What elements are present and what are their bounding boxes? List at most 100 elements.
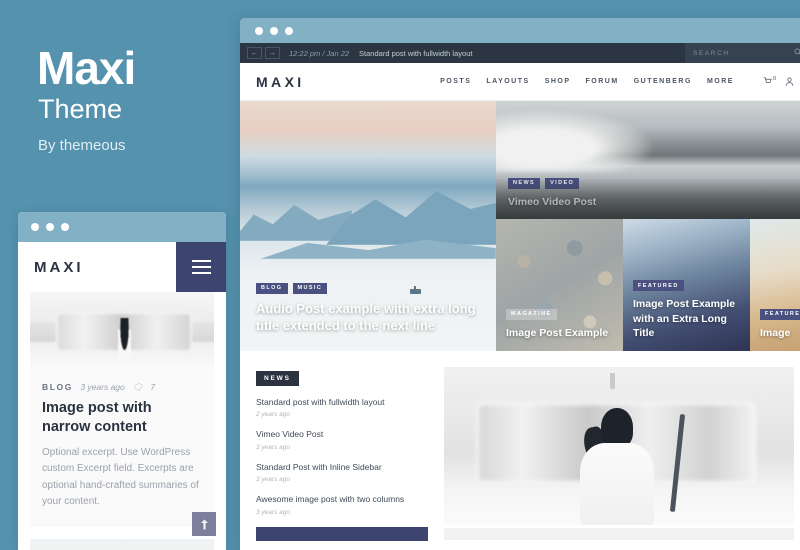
hero-tiles-row: MAGAZINE Image Post Example FEATURED Ima…	[496, 219, 800, 351]
main-post-column	[444, 367, 794, 541]
badge-magazine[interactable]: MAGAZINE	[506, 308, 557, 320]
hero-featured-card[interactable]: BLOG MUSIC Audio Post example with extra…	[240, 101, 496, 351]
main-post-image[interactable]	[444, 367, 794, 525]
hero-tile-featured-secondary-overlay: FEATURED Image	[750, 300, 800, 351]
mobile-post-image-secondary	[30, 538, 214, 550]
badge-news[interactable]: NEWS	[508, 177, 541, 189]
nav-item-forum[interactable]: FORUM	[586, 78, 619, 85]
site-logo[interactable]: MAXI	[256, 74, 305, 90]
cart-count: 0	[772, 76, 776, 82]
hero-secondary-column: NEWS VIDEO Vimeo Video Post MAGAZINE Ima…	[496, 101, 800, 351]
hero-featured-title[interactable]: Audio Post example with extra long title…	[256, 300, 480, 335]
badge-featured-secondary[interactable]: FEATURED	[760, 308, 800, 320]
news-section-badge[interactable]: NEWS	[256, 371, 299, 386]
cart-icon	[763, 77, 772, 83]
hero-tile-video-title[interactable]: Vimeo Video Post	[508, 195, 798, 209]
badge-video[interactable]: VIDEO	[545, 177, 580, 189]
mobile-post-date: 3 years ago	[80, 382, 125, 392]
window-dot-minimize-icon	[46, 223, 54, 231]
mobile-post-title[interactable]: Image post with narrow content	[42, 399, 202, 437]
hero-tile-magazine-title[interactable]: Image Post Example	[506, 326, 613, 340]
mobile-post-excerpt: Optional excerpt. Use WordPress custom E…	[42, 446, 199, 508]
hero-grid: BLOG MUSIC Audio Post example with extra…	[240, 101, 800, 351]
hero-tile-video-overlay: NEWS VIDEO Vimeo Video Post	[496, 169, 800, 219]
hamburger-icon[interactable]	[176, 242, 226, 292]
mobile-post-category[interactable]: BLOG	[42, 382, 73, 392]
mobile-post-image	[30, 292, 214, 370]
news-item-title[interactable]: Standard post with fullwidth layout	[256, 397, 428, 408]
promo-panel: Maxi Theme By themeous MAXI BLOG 3 years…	[0, 0, 240, 550]
search-icon[interactable]	[794, 48, 800, 58]
list-item[interactable]: Standard Post with Inline Sidebar 3 year…	[256, 462, 428, 483]
user-icon[interactable]	[785, 73, 794, 91]
hero-tile-featured-badges: FEATURED	[633, 280, 740, 292]
window-dot-maximize-icon[interactable]	[285, 26, 293, 35]
cart-button[interactable]: 0	[763, 76, 776, 86]
promo-subtitle: Theme	[38, 94, 123, 124]
news-item-title[interactable]: Standard Post with Inline Sidebar	[256, 462, 428, 473]
promo-author: By themeous	[38, 137, 126, 154]
nav-item-shop[interactable]: SHOP	[545, 78, 571, 85]
news-item-date: 3 years ago	[256, 508, 290, 516]
arrow-up-icon	[200, 519, 208, 529]
browser-mockup: ← → 12:22 pm / Jan 22 Standard post with…	[240, 18, 800, 550]
hero-tile-featured-overlay: FEATURED Image Post Example with an Extr…	[623, 271, 750, 351]
hero-tile-video[interactable]: NEWS VIDEO Vimeo Video Post	[496, 101, 800, 219]
news-item-date: 3 years ago	[256, 443, 290, 451]
sidebar-accent-block	[256, 526, 428, 541]
mobile-post-meta: BLOG 3 years ago 🗨 7	[42, 382, 202, 393]
window-dot-close-icon	[31, 223, 39, 231]
scroll-to-top-button[interactable]	[192, 512, 216, 536]
person-detail	[577, 408, 658, 525]
mobile-post-card-secondary[interactable]	[30, 538, 214, 550]
hero-tile-featured-title[interactable]: Image Post Example with an Extra Long Ti…	[633, 297, 740, 340]
content-area: NEWS Standard post with fullwidth layout…	[240, 351, 800, 541]
news-item-date: 2 years ago	[256, 411, 290, 419]
browser-titlebar	[240, 18, 800, 43]
arrow-left-icon[interactable]: ←	[247, 47, 262, 59]
site-navigation: MAXI POSTS LAYOUTS SHOP FORUM GUTENBERG …	[240, 63, 800, 101]
comment-icon: 🗨	[132, 382, 143, 392]
hero-tile-magazine-badges: MAGAZINE	[506, 308, 613, 320]
nav-item-more[interactable]: MORE	[707, 78, 734, 85]
admin-timestamp: 12:22 pm / Jan 22	[289, 48, 350, 58]
mobile-titlebar	[18, 212, 226, 242]
news-item-title[interactable]: Vimeo Video Post	[256, 429, 428, 440]
mobile-site-header: MAXI	[18, 242, 226, 292]
hero-tile-featured[interactable]: FEATURED Image Post Example with an Extr…	[623, 219, 750, 351]
nav-item-layouts[interactable]: LAYOUTS	[486, 78, 529, 85]
mobile-post-card[interactable]: BLOG 3 years ago 🗨 7 Image post with nar…	[30, 292, 214, 527]
badge-blog[interactable]: BLOG	[256, 282, 288, 294]
main-post-caption-bar	[444, 528, 794, 540]
pole-detail	[610, 373, 616, 390]
hero-featured-badges: BLOG MUSIC	[256, 282, 480, 294]
hero-tile-featured-secondary[interactable]: FEATURED Image	[750, 219, 800, 351]
mobile-logo[interactable]: MAXI	[18, 259, 84, 276]
news-item-title[interactable]: Awesome image post with two columns	[256, 494, 428, 505]
admin-nav-arrows: ← →	[247, 47, 280, 59]
hero-tile-featured-secondary-title[interactable]: Image	[760, 326, 800, 340]
news-item-date: 3 years ago	[256, 476, 290, 484]
hero-tile-video-badges: NEWS VIDEO	[508, 177, 798, 189]
nav-links: POSTS LAYOUTS SHOP FORUM GUTENBERG MORE …	[440, 73, 794, 91]
list-item[interactable]: Standard post with fullwidth layout 2 ye…	[256, 397, 428, 418]
nav-item-posts[interactable]: POSTS	[440, 78, 471, 85]
admin-post-title[interactable]: Standard post with fullwidth layout	[359, 49, 472, 58]
nav-icons: 0	[763, 73, 794, 91]
badge-music[interactable]: MUSIC	[292, 282, 328, 294]
window-dot-minimize-icon[interactable]	[270, 26, 278, 35]
nav-item-gutenberg[interactable]: GUTENBERG	[634, 78, 692, 85]
hero-tile-magazine[interactable]: MAGAZINE Image Post Example	[496, 219, 623, 351]
window-dot-maximize-icon	[61, 223, 69, 231]
list-item[interactable]: Vimeo Video Post 3 years ago	[256, 429, 428, 450]
list-item[interactable]: Awesome image post with two columns 3 ye…	[256, 494, 428, 515]
window-dot-close-icon[interactable]	[255, 26, 263, 35]
badge-featured[interactable]: FEATURED	[633, 280, 684, 292]
search-input[interactable]: SEARCH	[685, 43, 800, 63]
admin-bar: ← → 12:22 pm / Jan 22 Standard post with…	[240, 43, 800, 63]
mobile-mockup: MAXI BLOG 3 years ago 🗨 7 Image post wit…	[18, 212, 226, 550]
arrow-right-icon[interactable]: →	[265, 47, 280, 59]
hero-tile-featured-secondary-badges: FEATURED	[760, 308, 800, 320]
mobile-post-comment-count: 7	[150, 382, 156, 392]
news-sidebar: NEWS Standard post with fullwidth layout…	[256, 367, 428, 541]
